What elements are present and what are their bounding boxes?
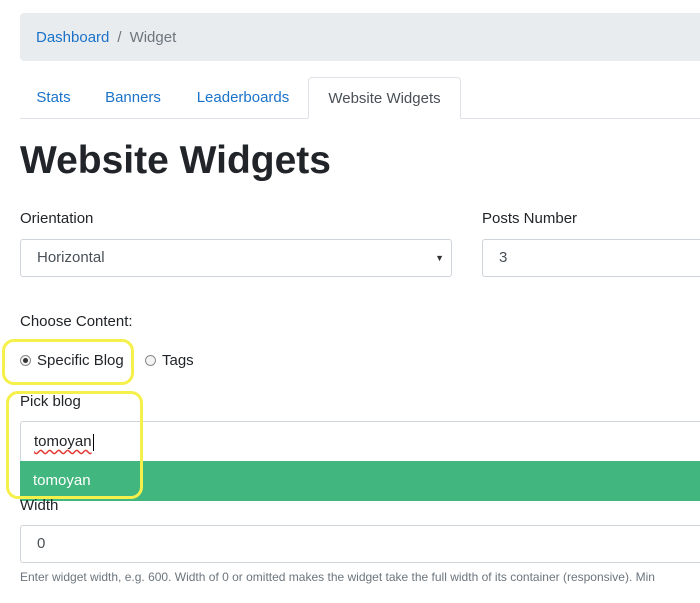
posts-number-value: 3	[499, 249, 508, 266]
tab-website-widgets[interactable]: Website Widgets	[308, 77, 461, 119]
text-cursor	[92, 433, 94, 451]
specific-blog-label: Specific Blog	[37, 352, 124, 369]
tab-bar: Stats Banners Leaderboards Website Widge…	[20, 77, 700, 119]
choose-content-label: Choose Content:	[20, 313, 133, 330]
specific-blog-radio[interactable]	[20, 355, 31, 366]
width-input[interactable]: 0	[20, 525, 700, 563]
tab-leaderboards[interactable]: Leaderboards	[182, 77, 304, 119]
breadcrumb: Dashboard / Widget	[20, 13, 700, 61]
tags-option[interactable]: Tags	[145, 352, 194, 369]
tags-radio[interactable]	[145, 355, 156, 366]
breadcrumb-separator: /	[117, 28, 122, 46]
width-label: Width	[20, 497, 59, 514]
pick-blog-value: tomoyan	[34, 433, 92, 450]
orientation-label: Orientation	[20, 210, 94, 227]
breadcrumb-current: Widget	[129, 28, 177, 46]
tab-stats[interactable]: Stats	[20, 77, 87, 119]
breadcrumb-dashboard-link[interactable]: Dashboard	[36, 29, 109, 46]
posts-number-label: Posts Number	[482, 210, 578, 227]
orientation-value: Horizontal	[37, 249, 105, 266]
blog-suggestion-item[interactable]: tomoyan	[20, 461, 700, 501]
width-help-text: Enter widget width, e.g. 600. Width of 0…	[20, 570, 655, 584]
page-title: Website Widgets	[20, 139, 331, 182]
orientation-select[interactable]: Horizontal ▼	[20, 239, 452, 277]
width-value: 0	[37, 535, 46, 552]
specific-blog-option[interactable]: Specific Blog	[20, 352, 124, 369]
pick-blog-label: Pick blog	[20, 393, 81, 410]
pick-blog-input[interactable]: tomoyan	[20, 421, 700, 462]
tab-banners[interactable]: Banners	[90, 77, 176, 119]
posts-number-input[interactable]: 3	[482, 239, 700, 277]
chevron-down-icon: ▼	[435, 253, 444, 263]
tags-label: Tags	[162, 352, 194, 369]
